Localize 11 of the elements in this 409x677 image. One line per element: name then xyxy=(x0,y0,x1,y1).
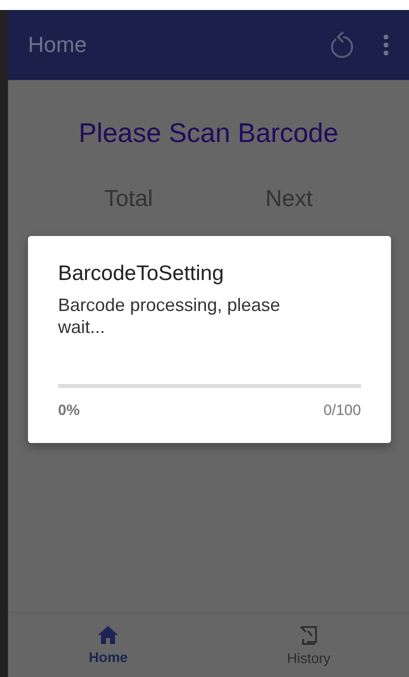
home-icon xyxy=(97,625,120,645)
nav-tab[interactable]: History xyxy=(208,613,409,677)
progress-count: 0/100 xyxy=(323,402,361,419)
scan-prompt: Please Scan Barcode xyxy=(78,118,338,149)
app-title: Home xyxy=(28,32,88,58)
dialog-message: Barcode processing, please wait... xyxy=(58,294,282,338)
dialog-title: BarcodeToSetting xyxy=(58,262,225,286)
progress-percent: 0% xyxy=(58,402,80,419)
scroll-icon xyxy=(298,624,320,646)
more-icon[interactable] xyxy=(383,34,389,56)
nav-tab[interactable]: Home xyxy=(8,613,208,677)
